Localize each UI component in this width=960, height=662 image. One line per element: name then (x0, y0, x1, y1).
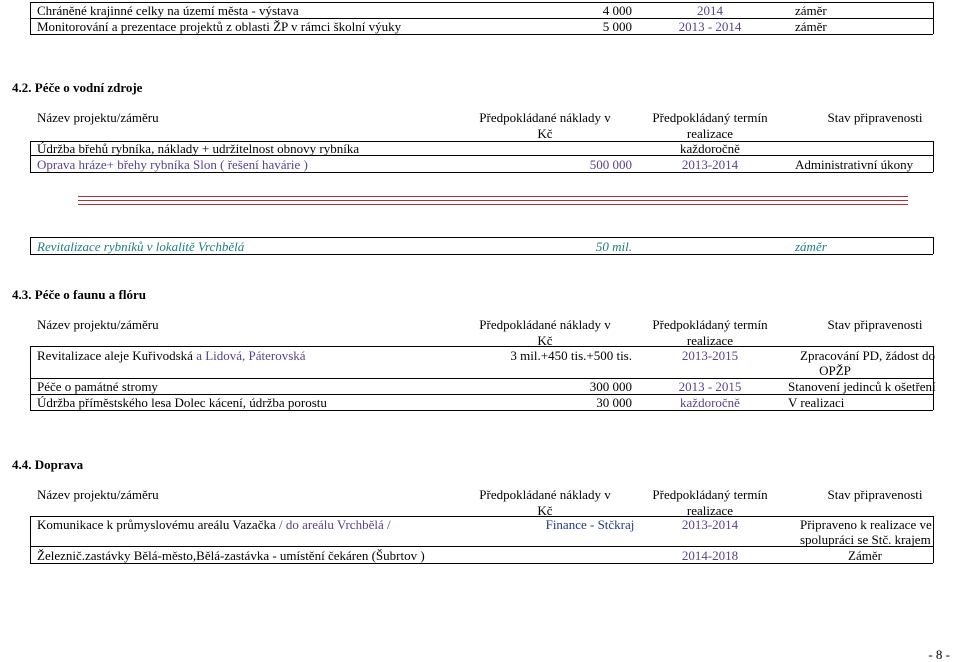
header-name: Název projektu/záměru (37, 110, 159, 125)
separator-line (78, 196, 908, 197)
project-status: Stanovení jedinců k ošetření (788, 379, 936, 394)
separator-line (78, 204, 908, 205)
project-cost: 30 000 (596, 395, 632, 410)
project-status-2: spolupráci se Stč. krajem (800, 532, 931, 547)
project-term: 2014-2018 (681, 548, 739, 563)
table-border (30, 346, 31, 410)
header-status: Stav připravenosti (827, 110, 923, 125)
project-status: záměr (795, 19, 827, 34)
project-cost: 3 mil.+450 tis.+500 tis. (510, 348, 632, 363)
project-cost: 5 000 (602, 19, 632, 34)
project-name-part: a Lidová, Páterovská (196, 348, 306, 363)
project-cost: 300 000 (589, 379, 632, 394)
project-name: Revitalizace aleje Kuřivodská a Lidová, … (37, 348, 306, 363)
project-name: Oprava hráze+ břehy rybníka Slon ( řešen… (37, 157, 308, 172)
project-term: 2013 - 2015 (678, 379, 742, 394)
project-name-part: Revitalizace aleje Kuřivodská (37, 348, 197, 363)
header-status: Stav připravenosti (827, 487, 923, 502)
project-term: 2013 - 2014 (678, 19, 742, 34)
project-status: Administrativní úkony (795, 157, 914, 172)
table-border (30, 141, 31, 172)
project-status: záměr (795, 239, 827, 254)
project-name: Chráněné krajinné celky na území města -… (37, 3, 299, 18)
header-cost-unit: Kč (537, 126, 553, 141)
project-cost: 4 000 (602, 3, 632, 18)
header-term: Předpokládaný termín (652, 487, 768, 502)
project-status: Záměr (848, 548, 882, 563)
project-term: 2013-2014 (681, 157, 739, 172)
header-cost: Předpokládané náklady v (479, 317, 611, 332)
project-name-part: Komunikace k průmyslovému areálu Vazačka (37, 517, 279, 532)
header-name: Název projektu/záměru (37, 487, 159, 502)
header-cost: Předpokládané náklady v (479, 110, 611, 125)
table-border (933, 2, 934, 34)
project-name: Údržba příměstského lesa Dolec kácení, ú… (37, 395, 327, 410)
project-status: Připraveno k realizace ve (800, 517, 932, 532)
project-cost: Finance - Stčkraj (545, 517, 635, 532)
table-border (933, 141, 934, 172)
header-term-2: realizace (686, 126, 734, 141)
project-cost: 500 000 (589, 157, 632, 172)
section-heading: 4.3. Péče o faunu a flóru (12, 287, 146, 302)
project-status: záměr (795, 3, 827, 18)
header-term: Předpokládaný termín (652, 317, 768, 332)
table-border (30, 2, 31, 34)
project-term: 2013-2015 (681, 348, 739, 363)
header-term: Předpokládaný termín (652, 110, 768, 125)
project-name: Péče o památné stromy (37, 379, 158, 394)
section-heading: 4.2. Péče o vodní zdroje (12, 80, 143, 95)
project-status: Zpracování PD, žádost do (800, 348, 936, 363)
project-term: 2013-2014 (681, 517, 739, 532)
project-cost: 50 mil. (595, 239, 632, 254)
project-name: Údržba břehů rybníka, náklady + udržitel… (37, 141, 360, 156)
project-term: každoročně (680, 395, 740, 410)
project-name: Komunikace k průmyslovému areálu Vazačka… (37, 517, 391, 532)
project-name: Monitorování a prezentace projektů z obl… (37, 19, 402, 34)
header-cost: Předpokládané náklady v (479, 487, 611, 502)
section-heading: 4.4. Doprava (12, 457, 84, 472)
table-border (30, 546, 933, 547)
separator-line (78, 200, 908, 201)
project-status-2: OPŽP (819, 363, 851, 378)
table-border (30, 172, 933, 173)
table-border (30, 34, 933, 35)
table-border (30, 410, 933, 411)
project-term: 2014 (697, 3, 723, 18)
table-border (30, 346, 933, 347)
table-border (30, 516, 31, 563)
project-term: každoročně (680, 141, 740, 156)
table-border (30, 563, 933, 564)
project-status: V realizaci (788, 395, 845, 410)
table-border (30, 237, 31, 254)
table-border (30, 237, 933, 238)
header-status: Stav připravenosti (827, 317, 923, 332)
header-name: Název projektu/záměru (37, 317, 159, 332)
project-name: Revitalizace rybníků v lokalitě Vrchbělá (37, 239, 245, 254)
project-name: Železnič.zastávky Bělá-město,Bělá-zastáv… (37, 548, 425, 563)
table-border (933, 237, 934, 254)
table-border (30, 254, 933, 255)
project-name-part: / do areálu Vrchbělá / (278, 517, 391, 532)
